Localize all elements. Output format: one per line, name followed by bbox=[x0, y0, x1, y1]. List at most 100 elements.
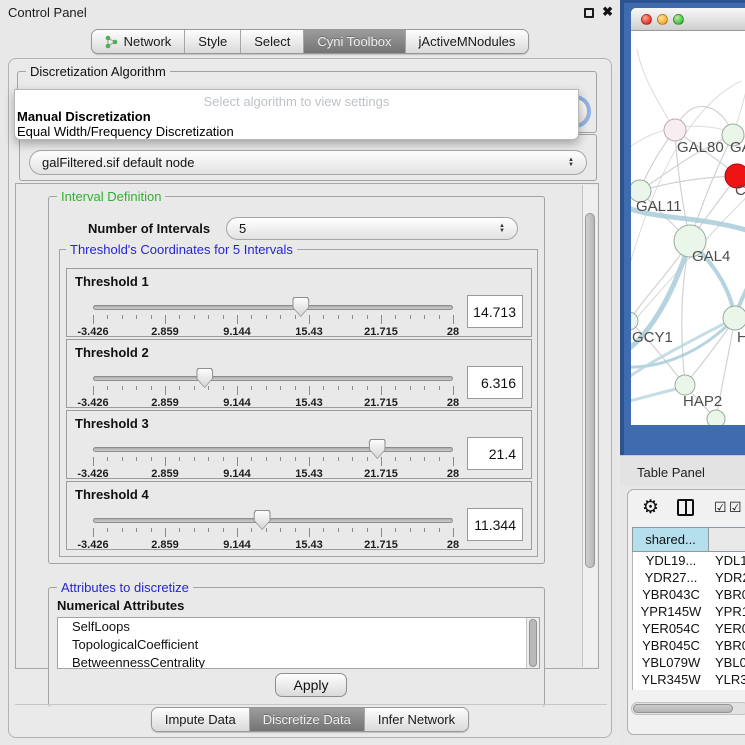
tick-label: 9.144 bbox=[223, 326, 251, 338]
threshold-panel: Threshold 3 -3.4262.8599.14415.4321.7152… bbox=[66, 410, 532, 479]
tab-discretize-data[interactable]: Discretize Data bbox=[250, 708, 365, 731]
node-table: shared... n YDL19...YDL1YDR27...YDR2YBR0… bbox=[632, 527, 745, 690]
tab-jactivemnodules[interactable]: jActiveMNodules bbox=[406, 30, 529, 53]
tab-cyni-toolbox[interactable]: Cyni Toolbox bbox=[304, 30, 405, 53]
cell-shared-name[interactable]: YBL079W bbox=[633, 654, 709, 671]
cell-shared-name[interactable]: YBR043C bbox=[633, 586, 709, 603]
attribute-list-item[interactable]: TopologicalCoefficient bbox=[58, 636, 539, 654]
threshold-slider[interactable]: -3.4262.8599.14415.4321.71528 bbox=[93, 435, 453, 479]
cell-name[interactable]: YIL0 bbox=[709, 688, 745, 690]
slider-track[interactable] bbox=[93, 376, 453, 381]
network-window-titlebar[interactable] bbox=[631, 8, 745, 31]
network-node[interactable] bbox=[664, 119, 686, 141]
slider-track[interactable] bbox=[93, 305, 453, 310]
column-header-shared[interactable]: shared... bbox=[633, 528, 709, 551]
cell-shared-name[interactable]: YER054C bbox=[633, 620, 709, 637]
cell-name[interactable]: YBR0 bbox=[709, 637, 745, 654]
slider-tick-labels: -3.4262.8599.14415.4321.71528 bbox=[93, 539, 453, 551]
cell-shared-name[interactable]: YDL19... bbox=[633, 552, 709, 569]
cell-name[interactable]: YLR3 bbox=[709, 671, 745, 688]
threshold-slider[interactable]: -3.4262.8599.14415.4321.71528 bbox=[93, 293, 453, 337]
attribute-list-item[interactable]: BetweennessCentrality bbox=[58, 654, 539, 669]
network-node[interactable] bbox=[631, 312, 638, 330]
threshold-slider[interactable]: -3.4262.8599.14415.4321.71528 bbox=[93, 506, 453, 550]
cell-shared-name[interactable]: YLR345W bbox=[633, 671, 709, 688]
vertical-scrollbar[interactable] bbox=[582, 185, 597, 667]
dropdown-option-manual[interactable]: Manual Discretization bbox=[17, 109, 151, 124]
threshold-value-input[interactable]: 11.344 bbox=[467, 508, 523, 541]
scrollbar-thumb[interactable] bbox=[585, 213, 595, 568]
table-row[interactable]: YLR345WYLR3 bbox=[633, 671, 745, 688]
close-icon[interactable]: ✖ bbox=[602, 4, 613, 20]
tab-impute-data[interactable]: Impute Data bbox=[152, 708, 250, 731]
minimize-traffic-light-icon[interactable] bbox=[657, 14, 668, 25]
table-row[interactable]: YER054CYER0 bbox=[633, 620, 745, 637]
table-row[interactable]: YBL079WYBL0 bbox=[633, 654, 745, 671]
column-header-name[interactable]: n bbox=[709, 528, 745, 551]
horizontal-scrollbar[interactable] bbox=[631, 702, 745, 715]
cell-name[interactable]: YBR0 bbox=[709, 586, 745, 603]
apply-button[interactable]: Apply bbox=[275, 673, 347, 697]
slider-track[interactable] bbox=[93, 518, 453, 523]
threshold-value-input[interactable]: 6.316 bbox=[467, 366, 523, 399]
cell-shared-name[interactable]: YPR145W bbox=[633, 603, 709, 620]
dropdown-option-equal-width[interactable]: Equal Width/Frequency Discretization bbox=[17, 124, 234, 139]
cell-name[interactable]: YBL0 bbox=[709, 654, 745, 671]
table-row[interactable]: YDL19...YDL1 bbox=[633, 552, 745, 569]
attribute-list-item[interactable]: SelfLoops bbox=[58, 618, 539, 636]
slider-thumb[interactable] bbox=[196, 368, 213, 388]
scrollbar-thumb[interactable] bbox=[633, 704, 733, 713]
slider-thumb[interactable] bbox=[254, 510, 271, 530]
thresholds-group: Threshold's Coordinates for 5 Intervals … bbox=[59, 249, 538, 557]
top-tab-bar: Network Style Select Cyni Toolbox jActiv… bbox=[0, 29, 620, 54]
network-node[interactable] bbox=[707, 410, 725, 425]
numerical-attributes-label: Numerical Attributes bbox=[57, 598, 184, 613]
group-label: Threshold's Coordinates for 5 Intervals bbox=[66, 242, 297, 257]
zoom-traffic-light-icon[interactable] bbox=[673, 14, 684, 25]
threshold-value-input[interactable]: 21.4 bbox=[467, 437, 523, 470]
checkbox-icon[interactable]: ☑ bbox=[729, 499, 742, 516]
table-row[interactable]: YBR045CYBR0 bbox=[633, 637, 745, 654]
table-row[interactable]: YIL052CYIL0 bbox=[633, 688, 745, 690]
gear-icon[interactable]: ⚙ bbox=[642, 496, 659, 519]
table-panel-inner: ⚙ ☑ ☑ shared... n YDL19...YDL1YDR27...YD… bbox=[627, 489, 745, 735]
columns-icon[interactable] bbox=[677, 499, 694, 516]
cell-shared-name[interactable]: YDR27... bbox=[633, 569, 709, 586]
network-node[interactable] bbox=[675, 375, 695, 395]
tab-network[interactable]: Network bbox=[92, 30, 186, 53]
network-view[interactable]: GAL80GACGAL11GAL4GCY1HHAP2 bbox=[631, 31, 745, 425]
cell-name[interactable]: YPR1 bbox=[709, 603, 745, 620]
cell-name[interactable]: YDR2 bbox=[709, 569, 745, 586]
tick-label: 2.859 bbox=[151, 539, 179, 551]
cell-name[interactable]: YER0 bbox=[709, 620, 745, 637]
network-node[interactable] bbox=[723, 306, 745, 330]
slider-thumb[interactable] bbox=[369, 439, 386, 459]
close-traffic-light-icon[interactable] bbox=[641, 14, 652, 25]
tab-infer-network[interactable]: Infer Network bbox=[365, 708, 468, 731]
table-row[interactable]: YPR145WYPR1 bbox=[633, 603, 745, 620]
cell-shared-name[interactable]: YBR045C bbox=[633, 637, 709, 654]
tick-label: 15.43 bbox=[295, 539, 323, 551]
float-window-icon[interactable] bbox=[584, 8, 594, 18]
slider-ticks bbox=[93, 528, 453, 538]
checkbox-icon[interactable]: ☑ bbox=[714, 499, 727, 516]
table-row[interactable]: YDR27...YDR2 bbox=[633, 569, 745, 586]
num-intervals-label: Number of Intervals bbox=[88, 221, 210, 236]
table-row[interactable]: YBR043CYBR0 bbox=[633, 586, 745, 603]
app-window: Control Panel ✖ Network Style Select Cyn… bbox=[0, 0, 745, 745]
threshold-slider[interactable]: -3.4262.8599.14415.4321.71528 bbox=[93, 364, 453, 408]
list-scrollbar[interactable] bbox=[526, 618, 539, 668]
cell-name[interactable]: YDL1 bbox=[709, 552, 745, 569]
tab-style[interactable]: Style bbox=[185, 30, 241, 53]
numerical-attributes-list[interactable]: SelfLoopsTopologicalCoefficientBetweenne… bbox=[57, 617, 540, 669]
tab-select[interactable]: Select bbox=[241, 30, 304, 53]
slider-track[interactable] bbox=[93, 447, 453, 452]
slider-thumb[interactable] bbox=[292, 297, 309, 317]
combo-arrows-icon: ▲▼ bbox=[568, 158, 574, 168]
network-node-label: H bbox=[737, 329, 745, 346]
threshold-value-input[interactable]: 14.713 bbox=[467, 295, 523, 328]
cell-shared-name[interactable]: YIL052C bbox=[633, 688, 709, 690]
table-data-combobox[interactable]: galFiltered.sif default node ▲▼ bbox=[29, 150, 587, 175]
tick-label: -3.426 bbox=[77, 326, 108, 338]
num-intervals-combobox[interactable]: 5 ▲▼ bbox=[226, 217, 518, 240]
